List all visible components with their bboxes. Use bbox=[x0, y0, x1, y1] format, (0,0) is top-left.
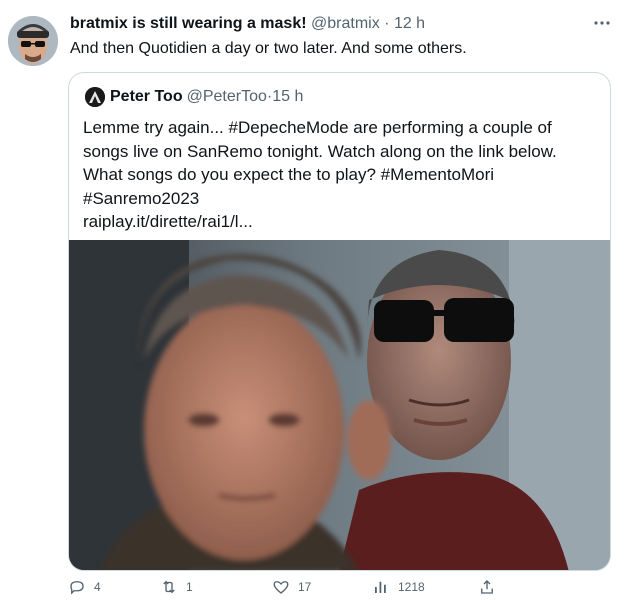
reply-button[interactable]: 4 bbox=[68, 578, 101, 596]
views-button[interactable]: 1218 bbox=[372, 578, 425, 596]
retweet-count: 1 bbox=[186, 580, 193, 594]
quoted-tweet-card[interactable]: Peter Too @PeterToo · 15 h Lemme try aga… bbox=[68, 72, 611, 571]
tweet-actions-bar: 4 1 17 1218 bbox=[68, 578, 568, 600]
separator-dot: · bbox=[384, 15, 390, 32]
author-handle[interactable]: @bratmix bbox=[311, 15, 380, 32]
share-icon bbox=[481, 580, 493, 594]
quote-text-line: songs live on SanRemo tonight. Watch alo… bbox=[83, 141, 557, 161]
retweet-icon bbox=[163, 580, 175, 594]
quote-timestamp[interactable]: 15 h bbox=[272, 86, 303, 108]
tweet-timestamp[interactable]: 12 h bbox=[394, 15, 425, 32]
quote-header: Peter Too @PeterToo · 15 h bbox=[85, 86, 303, 108]
views-count: 1218 bbox=[398, 580, 425, 594]
more-icon[interactable] bbox=[591, 12, 613, 34]
views-icon bbox=[375, 581, 386, 593]
retweet-button[interactable]: 1 bbox=[160, 578, 193, 596]
reply-count: 4 bbox=[94, 580, 101, 594]
quote-author-handle[interactable]: @PeterToo bbox=[187, 86, 267, 108]
quote-author-name[interactable]: Peter Too bbox=[110, 86, 183, 108]
quote-text-line: Lemme try again... #DepecheMode are perf… bbox=[83, 118, 552, 137]
quote-text: Lemme try again... #DepecheMode are perf… bbox=[83, 116, 593, 234]
like-count: 17 bbox=[298, 580, 312, 594]
author-avatar[interactable] bbox=[8, 16, 58, 66]
like-button[interactable]: 17 bbox=[272, 578, 311, 596]
share-button[interactable] bbox=[478, 578, 504, 596]
quote-text-line: What songs do you expect the to play? #M… bbox=[83, 165, 495, 184]
tweet-text: And then Quotidien a day or two later. A… bbox=[70, 40, 467, 57]
quote-link[interactable]: raiplay.it/dirette/rai1/l... bbox=[83, 210, 593, 234]
author-name[interactable]: bratmix is still wearing a mask! bbox=[70, 15, 307, 32]
quote-author-avatar[interactable] bbox=[85, 87, 105, 107]
quote-media-photo[interactable] bbox=[69, 240, 610, 570]
tweet-header: bratmix is still wearing a mask! @bratmi… bbox=[70, 13, 425, 35]
reply-icon bbox=[70, 581, 84, 595]
like-icon bbox=[273, 581, 289, 594]
quote-hashtag-line[interactable]: #Sanremo2023 bbox=[83, 187, 593, 211]
